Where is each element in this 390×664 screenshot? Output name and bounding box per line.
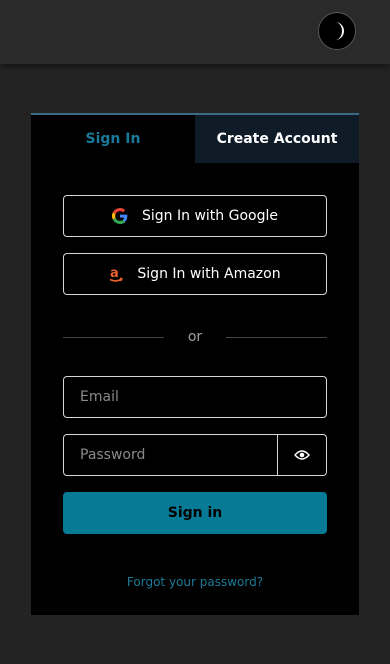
divider-line-left: [63, 336, 164, 338]
email-field[interactable]: [63, 376, 327, 418]
amazon-sign-in-button[interactable]: a Sign In with Amazon: [63, 253, 327, 295]
google-icon: [112, 208, 128, 224]
google-sign-in-label: Sign In with Google: [142, 208, 278, 224]
tab-create-account[interactable]: Create Account: [195, 115, 359, 163]
or-divider: or: [63, 329, 327, 345]
show-password-button[interactable]: [277, 435, 326, 475]
top-bar: [0, 0, 390, 64]
tab-sign-in[interactable]: Sign In: [31, 115, 195, 163]
password-field[interactable]: [64, 435, 277, 475]
auth-card: Sign In Create Account Sign In with Goog…: [31, 113, 359, 615]
divider-line-right: [226, 336, 327, 338]
eye-icon: [294, 450, 310, 460]
theme-toggle-button[interactable]: [318, 12, 356, 50]
auth-tabs: Sign In Create Account: [31, 115, 359, 163]
password-field-group: [63, 434, 327, 476]
google-sign-in-button[interactable]: Sign In with Google: [63, 195, 327, 237]
amazon-icon: a: [109, 265, 124, 283]
amazon-sign-in-label: Sign In with Amazon: [137, 266, 281, 282]
svg-text:a: a: [110, 266, 119, 281]
sign-in-button[interactable]: Sign in: [63, 492, 327, 534]
forgot-password-link[interactable]: Forgot your password?: [31, 575, 359, 589]
moon-icon: [335, 22, 344, 40]
divider-text: or: [187, 329, 203, 345]
